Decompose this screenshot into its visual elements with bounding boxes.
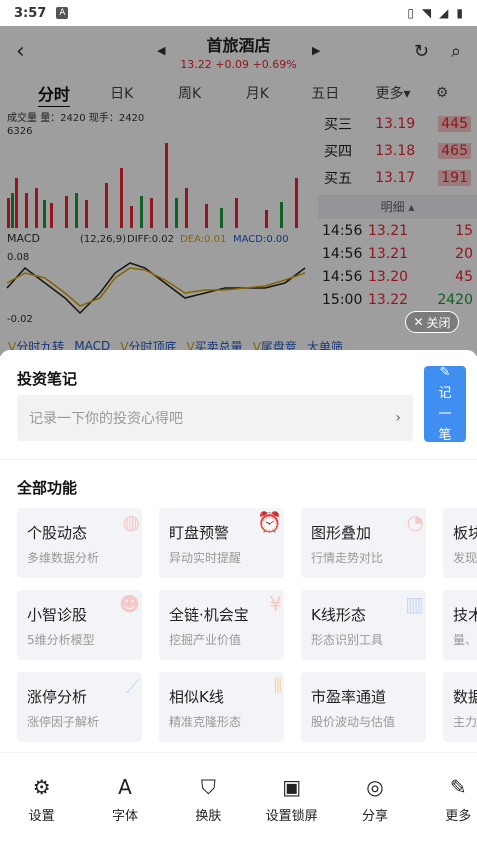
robot-icon: ☻ (119, 592, 140, 616)
bottom-actions: ⚙ 设置 A 字体 ⛉ 换肤 ▣ 设置锁屏 ◎ 分享 ✎ 更多 (0, 775, 477, 824)
wechat-icon: ◎ (366, 775, 384, 799)
divider (0, 459, 477, 460)
edit-icon: ✎ (439, 365, 451, 380)
lock-screen-button[interactable]: ▣ 设置锁屏 (250, 775, 333, 824)
feature-card-similar-kline[interactable]: ⫴ 相似K线 精准克隆形态 (159, 672, 284, 742)
font-icon: A (118, 775, 132, 799)
notes-title: 投资笔记 (17, 370, 78, 388)
write-note-button[interactable]: ✎ 记 一 笔 (424, 365, 466, 443)
status-bar: 3:57 A ▯ ◥ ◢ ▮ (0, 0, 477, 26)
status-time: 3:57 (14, 5, 47, 21)
feature-card-sector[interactable]: 板块 发现 (443, 508, 477, 578)
shirt-icon: ⛉ (200, 775, 216, 799)
more-icon: ✎ (449, 775, 467, 799)
battery-icon: ▮ (456, 6, 463, 20)
settings-button[interactable]: ⚙ 设置 (0, 775, 83, 824)
line-chart-icon: ⟋ (126, 674, 140, 698)
globe-icon: ◍ (122, 510, 140, 534)
share-button[interactable]: ◎ 分享 (333, 775, 416, 824)
chevron-right-icon: › (395, 410, 401, 426)
font-button[interactable]: A 字体 (83, 775, 166, 824)
feature-card-data[interactable]: 数据 主力 (443, 672, 477, 742)
feature-card-limit-up[interactable]: ⟋ 涨停分析 涨停因子解析 (17, 672, 142, 742)
feature-card-overlay[interactable]: ◔ 图形叠加 行情走势对比 (301, 508, 426, 578)
close-button[interactable]: ✕ 关闭 (405, 311, 459, 333)
feature-card-diagnosis[interactable]: ☻ 小智诊股 5维分析模型 (17, 590, 142, 660)
all-functions-title: 全部功能 (17, 479, 78, 497)
divider (0, 752, 477, 753)
alarm-icon: ⏰ (257, 510, 282, 534)
candlestick-icon: ⫴ (273, 674, 282, 698)
function-sheet: 投资笔记 记录一下你的投资心得吧 › ✎ 记 一 笔 全部功能 ◍ 个股动态 多… (0, 350, 477, 849)
bar-chart-icon: ▥ (405, 592, 424, 616)
pie-chart-icon: ◔ (406, 510, 424, 534)
lock-screen-icon: ▣ (282, 775, 302, 799)
feature-card-pe-channel[interactable]: 市盈率通道 股价波动与估值 (301, 672, 426, 742)
close-icon: ✕ (413, 315, 424, 329)
wifi-icon: ◥ (421, 6, 432, 20)
signal-icon: ◢ (439, 6, 449, 20)
feature-card-alert[interactable]: ⏰ 盯盘预警 异动实时提醒 (159, 508, 284, 578)
more-button[interactable]: ✎ 更多 (417, 775, 477, 824)
notes-input[interactable]: 记录一下你的投资心得吧 › (17, 395, 413, 441)
vibrate-icon: ▯ (407, 6, 414, 20)
notification-icon: A (56, 7, 69, 19)
yen-icon: ¥ (269, 592, 282, 616)
gear-icon: ⚙ (32, 775, 51, 799)
dim-overlay[interactable] (0, 26, 477, 356)
feature-card-opportunity[interactable]: ¥ 全链·机会宝 挖掘产业价值 (159, 590, 284, 660)
feature-card-stock-news[interactable]: ◍ 个股动态 多维数据分析 (17, 508, 142, 578)
theme-button[interactable]: ⛉ 换肤 (167, 775, 250, 824)
feature-card-kline-pattern[interactable]: ▥ K线形态 形态识别工具 (301, 590, 426, 660)
feature-card-technical[interactable]: 技术 量、 (443, 590, 477, 660)
